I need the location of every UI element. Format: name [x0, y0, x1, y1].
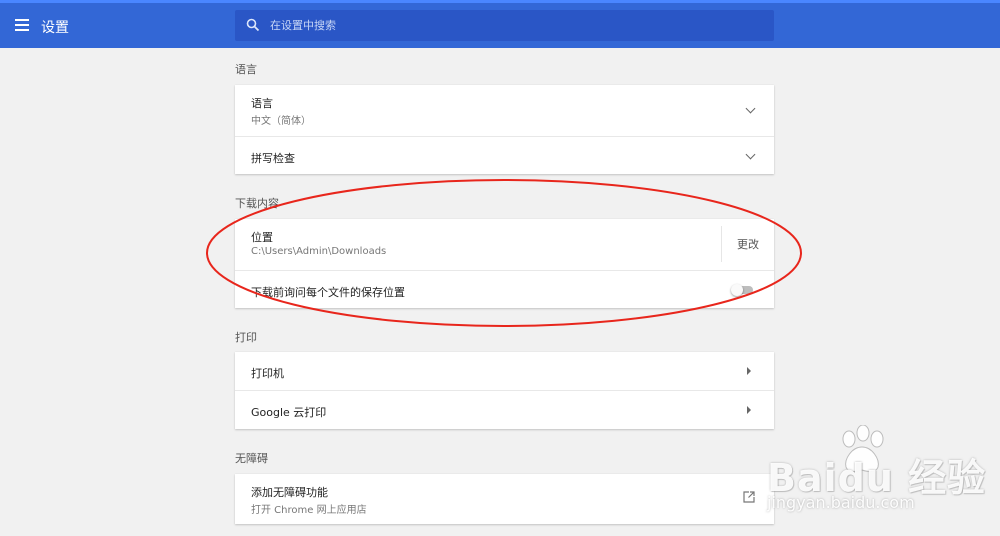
- language-row[interactable]: 语言 中文（简体）: [235, 85, 774, 136]
- printing-card: 打印机 Google 云打印: [235, 352, 774, 429]
- section-title-downloads: 下载内容: [235, 197, 279, 210]
- printers-row[interactable]: 打印机: [235, 352, 774, 390]
- location-label: 位置: [251, 231, 273, 244]
- arrow-right-icon: [747, 406, 751, 414]
- section-title-language: 语言: [235, 63, 257, 76]
- arrow-right-icon: [747, 367, 751, 375]
- chrome-web-store-link: 打开 Chrome 网上应用店: [251, 505, 367, 516]
- search-icon: [246, 18, 260, 32]
- menu-icon[interactable]: [15, 13, 35, 37]
- section-title-printing: 打印: [235, 331, 257, 344]
- top-app-bar: 设置: [0, 0, 1000, 48]
- spellcheck-row[interactable]: 拼写检查: [235, 136, 774, 174]
- divider: [721, 226, 722, 262]
- cloud-print-label: Google 云打印: [251, 406, 327, 419]
- language-value: 中文（简体）: [251, 116, 311, 127]
- download-location-row: 位置 C:\Users\Admin\Downloads 更改: [235, 219, 774, 270]
- accessibility-card: 添加无障碍功能 打开 Chrome 网上应用店: [235, 474, 774, 524]
- toggle-knob: [731, 284, 743, 296]
- section-title-accessibility: 无障碍: [235, 452, 268, 465]
- spellcheck-label: 拼写检查: [251, 152, 295, 165]
- open-external-icon[interactable]: [743, 491, 755, 503]
- page-title: 设置: [41, 20, 69, 36]
- change-location-button[interactable]: 更改: [737, 236, 759, 252]
- ask-save-location-label: 下载前询问每个文件的保存位置: [251, 286, 405, 299]
- chevron-down-icon[interactable]: [745, 103, 756, 114]
- search-box[interactable]: [235, 10, 774, 41]
- cloud-print-row[interactable]: Google 云打印: [235, 390, 774, 429]
- location-path: C:\Users\Admin\Downloads: [251, 246, 387, 257]
- baidu-watermark: Baidu 经验 jingyan.baidu.com: [765, 425, 995, 525]
- chevron-down-icon[interactable]: [745, 149, 756, 160]
- ask-save-location-row[interactable]: 下载前询问每个文件的保存位置: [235, 270, 774, 308]
- downloads-card: 位置 C:\Users\Admin\Downloads 更改 下载前询问每个文件…: [235, 219, 774, 308]
- search-input[interactable]: [270, 10, 760, 41]
- ask-save-location-toggle[interactable]: [731, 284, 755, 296]
- add-accessibility-row[interactable]: 添加无障碍功能 打开 Chrome 网上应用店: [235, 474, 774, 524]
- language-card: 语言 中文（简体） 拼写检查: [235, 85, 774, 174]
- printers-label: 打印机: [251, 367, 284, 380]
- watermark-url: jingyan.baidu.com: [767, 493, 915, 512]
- language-label: 语言: [251, 97, 273, 110]
- add-accessibility-label: 添加无障碍功能: [251, 486, 328, 499]
